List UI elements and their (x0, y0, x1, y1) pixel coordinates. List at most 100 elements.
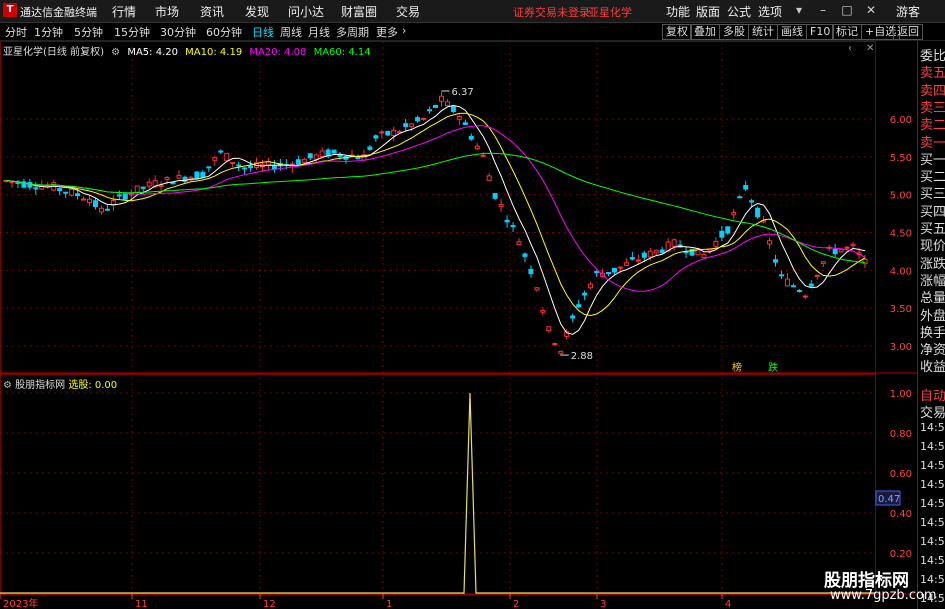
menu-wealth-circle[interactable]: 财富圈 (341, 3, 377, 20)
candle-down (778, 274, 784, 277)
back-button[interactable]: 返回 (893, 24, 923, 40)
menu-news[interactable]: 资讯 (200, 3, 224, 20)
period-5min[interactable]: 5分钟 (74, 24, 103, 40)
candle-up (617, 266, 623, 269)
menu-ask-xiaoda[interactable]: 问小达 (288, 3, 324, 20)
menu-trade[interactable]: 交易 (396, 3, 420, 20)
tick-time: 14:55 (920, 459, 945, 472)
candle-down (75, 193, 81, 197)
tick-time: 14:56 (920, 535, 945, 548)
candle-up (540, 309, 546, 313)
candle-up (134, 185, 140, 193)
draw-line-button[interactable]: 画线 (777, 24, 807, 40)
candle-up (647, 250, 653, 258)
adjust-price-button[interactable]: 复权 (662, 24, 692, 40)
candle-up (480, 154, 486, 157)
chevron-right-icon[interactable]: › (402, 24, 406, 37)
period-intraday[interactable]: 分时 (5, 24, 27, 40)
period-1min[interactable]: 1分钟 (34, 24, 63, 40)
menu-formula[interactable]: 公式 (727, 3, 751, 20)
guest-user[interactable]: 游客 (896, 3, 920, 20)
quote-row-label: 净资 (920, 343, 945, 359)
quote-row-label: 买一 (920, 152, 945, 168)
quote-row-label: 收益 (920, 360, 945, 376)
mark-button[interactable]: 标记 (832, 24, 862, 40)
candle-down (104, 208, 110, 211)
candle-up (379, 131, 385, 134)
candle-up (313, 154, 319, 160)
period-more[interactable]: 更多 (376, 24, 398, 40)
menu-quotes[interactable]: 行情 (112, 3, 136, 20)
indicator-value: 选股: 0.00 (68, 380, 118, 391)
indicator-gear-icon[interactable]: ⚙ (3, 380, 12, 391)
candle-up (701, 254, 707, 259)
candle-down (719, 230, 725, 238)
candle-up (731, 211, 737, 216)
candle-up (820, 261, 826, 264)
minimize-icon[interactable]: – (816, 3, 830, 17)
ma20-line (5, 125, 866, 292)
candle-down (582, 292, 588, 296)
collapse-chevron-icon[interactable]: ‹ (848, 43, 852, 54)
candle-up (230, 161, 236, 164)
menu-market[interactable]: 市场 (155, 3, 179, 20)
login-warning[interactable]: 证券交易未登录 (513, 4, 590, 20)
candle-up (862, 258, 868, 265)
period-60min[interactable]: 60分钟 (206, 24, 242, 40)
candle-down (725, 226, 731, 234)
candle-up (552, 343, 558, 346)
main-chart-info: 亚星化学(日线 前复权) ⚙ MA5: 4.20 MA10: 4.19 MA20… (3, 43, 375, 58)
quote-row-label: 委比 (920, 49, 945, 64)
close-icon[interactable]: ✕ (864, 3, 878, 17)
candle-down (140, 186, 146, 189)
menu-layout[interactable]: 版面 (696, 3, 720, 20)
candle-down (755, 207, 761, 218)
candle-down (63, 191, 69, 194)
close-panel-icon[interactable]: ✕ (866, 43, 874, 54)
indicator-info: ⚙ 股朋指标网 选股: 0.00 (3, 376, 117, 391)
period-weekly[interactable]: 周线 (280, 24, 302, 40)
f10-button[interactable]: F10 (806, 24, 835, 40)
period-15min[interactable]: 15分钟 (114, 24, 150, 40)
menu-options[interactable]: 选项 (758, 3, 782, 20)
menu-function[interactable]: 功能 (666, 3, 690, 20)
watermark-url: www.7gpzb.com (830, 588, 937, 603)
ma60-label: MA60: 4.14 (313, 47, 371, 58)
period-multi[interactable]: 多周期 (336, 24, 369, 40)
candle-up (814, 274, 820, 277)
multi-stock-button[interactable]: 多股 (719, 24, 749, 40)
period-daily[interactable]: 日线 (252, 24, 274, 40)
statistics-button[interactable]: 统计 (748, 24, 778, 40)
period-30min[interactable]: 30分钟 (160, 24, 196, 40)
ma10-label: MA10: 4.19 (185, 47, 243, 58)
candle-up (301, 158, 307, 163)
candle-down (594, 271, 600, 274)
chart-area[interactable]: 3.00 3.50 4.00 4.50 5.00 5.50 6.00 0.20 0.40 0.60… (0, 41, 917, 609)
candle-down (605, 272, 611, 275)
ma5-label: MA5: 4.20 (127, 47, 178, 58)
candle-down (415, 117, 421, 122)
indicator-name: 股朋指标网 (15, 380, 66, 391)
maximize-icon[interactable]: □ (840, 3, 854, 17)
quote-row-label: 买三 (920, 187, 945, 203)
candle-down (510, 225, 516, 228)
overlay-button[interactable]: 叠加 (690, 24, 720, 40)
stock-label: 亚星化学(日线 前复权) (3, 47, 104, 58)
menu-dropdown-icon[interactable]: ▾ (792, 3, 806, 17)
current-stock-name: 亚星化学 (588, 6, 632, 19)
candle-down (206, 166, 212, 169)
candle-down (194, 171, 200, 179)
candle-up (767, 240, 773, 245)
tick-time: 14:56 (920, 497, 945, 510)
candle-up (558, 350, 564, 354)
settings-gear-icon[interactable]: ⚙ (111, 47, 120, 58)
candle-down (433, 104, 438, 108)
period-monthly[interactable]: 月线 (308, 24, 330, 40)
indicator-axis-label: 0.60 (890, 469, 912, 480)
rank-tag: 榜 (732, 361, 742, 374)
candle-up (713, 240, 719, 247)
candle-up (87, 198, 93, 204)
menu-discover[interactable]: 发现 (245, 3, 269, 20)
candle-down (773, 259, 779, 263)
trade-label[interactable]: 交易 (920, 402, 945, 421)
